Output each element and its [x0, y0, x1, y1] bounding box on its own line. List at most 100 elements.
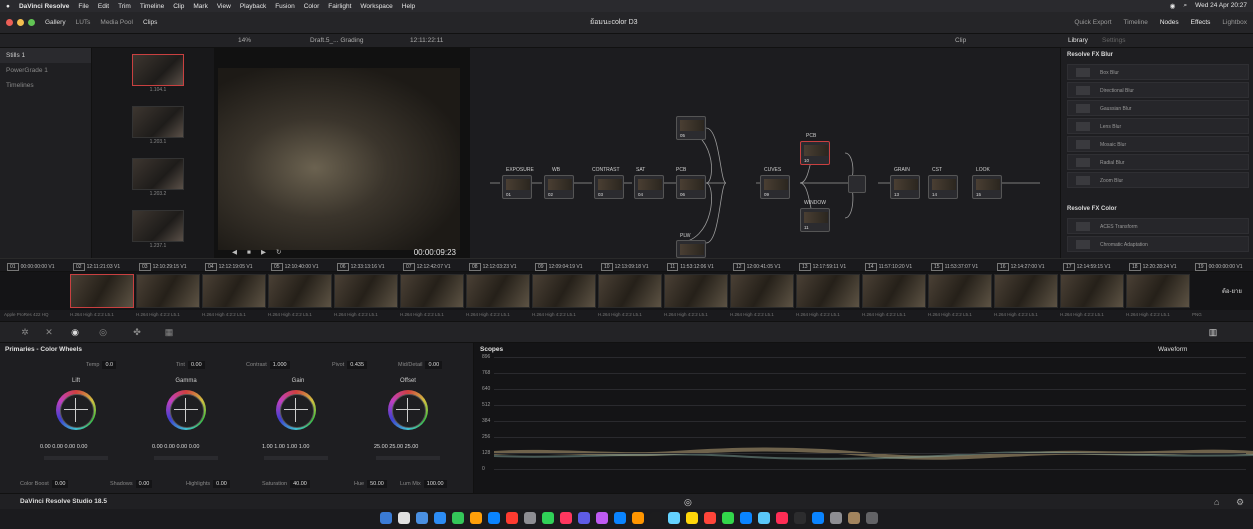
dock-app-icon[interactable]: [434, 512, 446, 524]
lummix-param[interactable]: Lum Mix 100.00: [400, 480, 447, 488]
contrast-param[interactable]: Contrast 1.000: [246, 361, 290, 369]
clips-button[interactable]: Clips: [143, 19, 157, 26]
clip-thumbnail[interactable]: [1126, 274, 1190, 308]
dock-app-icon[interactable]: [830, 512, 842, 524]
node-grain[interactable]: 13: [890, 175, 920, 199]
clip-timecode[interactable]: 11 11:53:12:06 V1: [664, 259, 730, 273]
motion-effects-icon[interactable]: ▦: [162, 327, 176, 339]
dock-app-icon[interactable]: [776, 512, 788, 524]
clip-timecode[interactable]: 02 12:11:21:03 V1: [70, 259, 136, 273]
dock-app-icon[interactable]: [506, 512, 518, 524]
clip-timecode[interactable]: 01 00:00:00:00 V1: [4, 259, 70, 273]
dock-app-icon[interactable]: [758, 512, 770, 524]
clip-timecode[interactable]: 15 11:53:37:07 V1: [928, 259, 994, 273]
node-pcb[interactable]: 06: [676, 175, 706, 199]
menu-mark[interactable]: Mark: [193, 3, 207, 10]
menu-app[interactable]: DaVinci Resolve: [19, 3, 69, 10]
clip-thumbnail[interactable]: [268, 274, 332, 308]
effect-item[interactable]: Chromatic Adaptation: [1067, 236, 1249, 252]
shadows-param[interactable]: Shadows 0.00: [110, 480, 153, 488]
effect-item[interactable]: Lens Blur: [1067, 118, 1249, 134]
clip-thumbnail[interactable]: [466, 274, 530, 308]
clip-timecode[interactable]: 19 00:00:00:00 V1: [1192, 259, 1253, 273]
clip-timecode[interactable]: 10 12:13:09:18 V1: [598, 259, 664, 273]
clip-thumbnail[interactable]: [862, 274, 926, 308]
node-look[interactable]: 15: [972, 175, 1002, 199]
loop-icon[interactable]: ↻: [276, 248, 281, 256]
dock-app-icon[interactable]: [380, 512, 392, 524]
dock-app-icon[interactable]: [614, 512, 626, 524]
menu-timeline[interactable]: Timeline: [140, 3, 164, 10]
node-wb[interactable]: 02: [544, 175, 574, 199]
play-reverse-icon[interactable]: ◀: [232, 248, 237, 256]
color-wheels-icon[interactable]: ◉: [68, 327, 82, 339]
timeline-name[interactable]: Draft.5_... Grading: [310, 37, 363, 44]
menu-fusion[interactable]: Fusion: [275, 3, 295, 10]
node-exposure[interactable]: 01: [502, 175, 532, 199]
menu-playback[interactable]: Playback: [240, 3, 266, 10]
menu-datetime[interactable]: Wed 24 Apr 20:27: [1195, 2, 1247, 10]
clip-timecode[interactable]: 16 12:14:27:00 V1: [994, 259, 1060, 273]
node-top[interactable]: 05: [676, 116, 706, 140]
tint-param[interactable]: Tint 0.00: [176, 361, 205, 369]
color-page-icon[interactable]: ◎: [684, 497, 692, 508]
clip-timecode[interactable]: 13 12:17:59:11 V1: [796, 259, 862, 273]
clip-thumbnail[interactable]: [70, 274, 134, 308]
timeline-button[interactable]: Timeline: [1124, 19, 1148, 26]
gain-slider[interactable]: [264, 456, 328, 460]
effect-item[interactable]: Gaussian Blur: [1067, 100, 1249, 116]
menu-file[interactable]: File: [78, 3, 88, 10]
menu-view[interactable]: View: [217, 3, 231, 10]
wheel-values[interactable]: 25.00 25.00 25.00: [374, 444, 418, 450]
clip-timecode[interactable]: 07 12:12:42:07 V1: [400, 259, 466, 273]
gamma-wheel[interactable]: [166, 390, 206, 430]
nodes-button[interactable]: Nodes: [1160, 19, 1179, 26]
clip-thumbnail[interactable]: [928, 274, 992, 308]
dock-app-icon[interactable]: [650, 512, 662, 524]
clip-timecode[interactable]: 03 12:10:29:15 V1: [136, 259, 202, 273]
clip-timecode[interactable]: 09 12:09:04:19 V1: [532, 259, 598, 273]
clip-thumbnail[interactable]: [400, 274, 464, 308]
still-thumbnail[interactable]: [132, 54, 184, 86]
dock-app-icon[interactable]: [812, 512, 824, 524]
effect-item[interactable]: Radial Blur: [1067, 154, 1249, 170]
dock-app-icon[interactable]: [686, 512, 698, 524]
hue-param[interactable]: Hue 50.00: [354, 480, 387, 488]
dock-app-icon[interactable]: [704, 512, 716, 524]
node-cst[interactable]: 14: [928, 175, 958, 199]
dock-app-icon[interactable]: [524, 512, 536, 524]
clip-dropdown[interactable]: Clip: [955, 37, 966, 44]
wheel-values[interactable]: 0.00 0.00 0.00 0.00: [40, 444, 87, 450]
clip-timecode[interactable]: 14 11:57:10:20 V1: [862, 259, 928, 273]
temp-param[interactable]: Temp 0.0: [86, 361, 117, 369]
viewer-frame[interactable]: [218, 68, 460, 250]
zoom-level[interactable]: 14%: [238, 37, 251, 44]
clip-timecode[interactable]: 17 12:14:59:15 V1: [1060, 259, 1126, 273]
menu-clip[interactable]: Clip: [173, 3, 184, 10]
effect-item[interactable]: ACES Transform: [1067, 218, 1249, 234]
dock-app-icon[interactable]: [452, 512, 464, 524]
clip-timecode[interactable]: 06 12:33:13:16 V1: [334, 259, 400, 273]
waveform-icon[interactable]: ▥: [1206, 327, 1220, 339]
clip-timecode[interactable]: 08 12:12:03:23 V1: [466, 259, 532, 273]
media-pool-button[interactable]: Media Pool: [100, 19, 133, 26]
dock-app-icon[interactable]: [866, 512, 878, 524]
scope-mode-dropdown[interactable]: Waveform: [1158, 346, 1187, 353]
effects-button[interactable]: Effects: [1191, 19, 1211, 26]
dock-app-icon[interactable]: [722, 512, 734, 524]
effect-item[interactable]: Directional Blur: [1067, 82, 1249, 98]
color-match-icon[interactable]: ✕: [42, 327, 56, 339]
wheel-values[interactable]: 1.00 1.00 1.00 1.00: [262, 444, 309, 450]
pivot-param[interactable]: Pivot 0.435: [332, 361, 367, 369]
wifi-icon[interactable]: ◉: [1170, 2, 1176, 10]
dock-app-icon[interactable]: [632, 512, 644, 524]
camera-raw-icon[interactable]: ✲: [18, 327, 32, 339]
still-thumbnail[interactable]: [132, 158, 184, 190]
menu-color[interactable]: Color: [304, 3, 320, 10]
clip-thumbnail[interactable]: [730, 274, 794, 308]
search-icon[interactable]: ⌕: [1183, 2, 1187, 10]
node-sat[interactable]: 04: [634, 175, 664, 199]
node-contrast[interactable]: 03: [594, 175, 624, 199]
rgb-mixer-icon[interactable]: ✤: [130, 327, 144, 339]
hdr-icon[interactable]: ◎: [96, 327, 110, 339]
